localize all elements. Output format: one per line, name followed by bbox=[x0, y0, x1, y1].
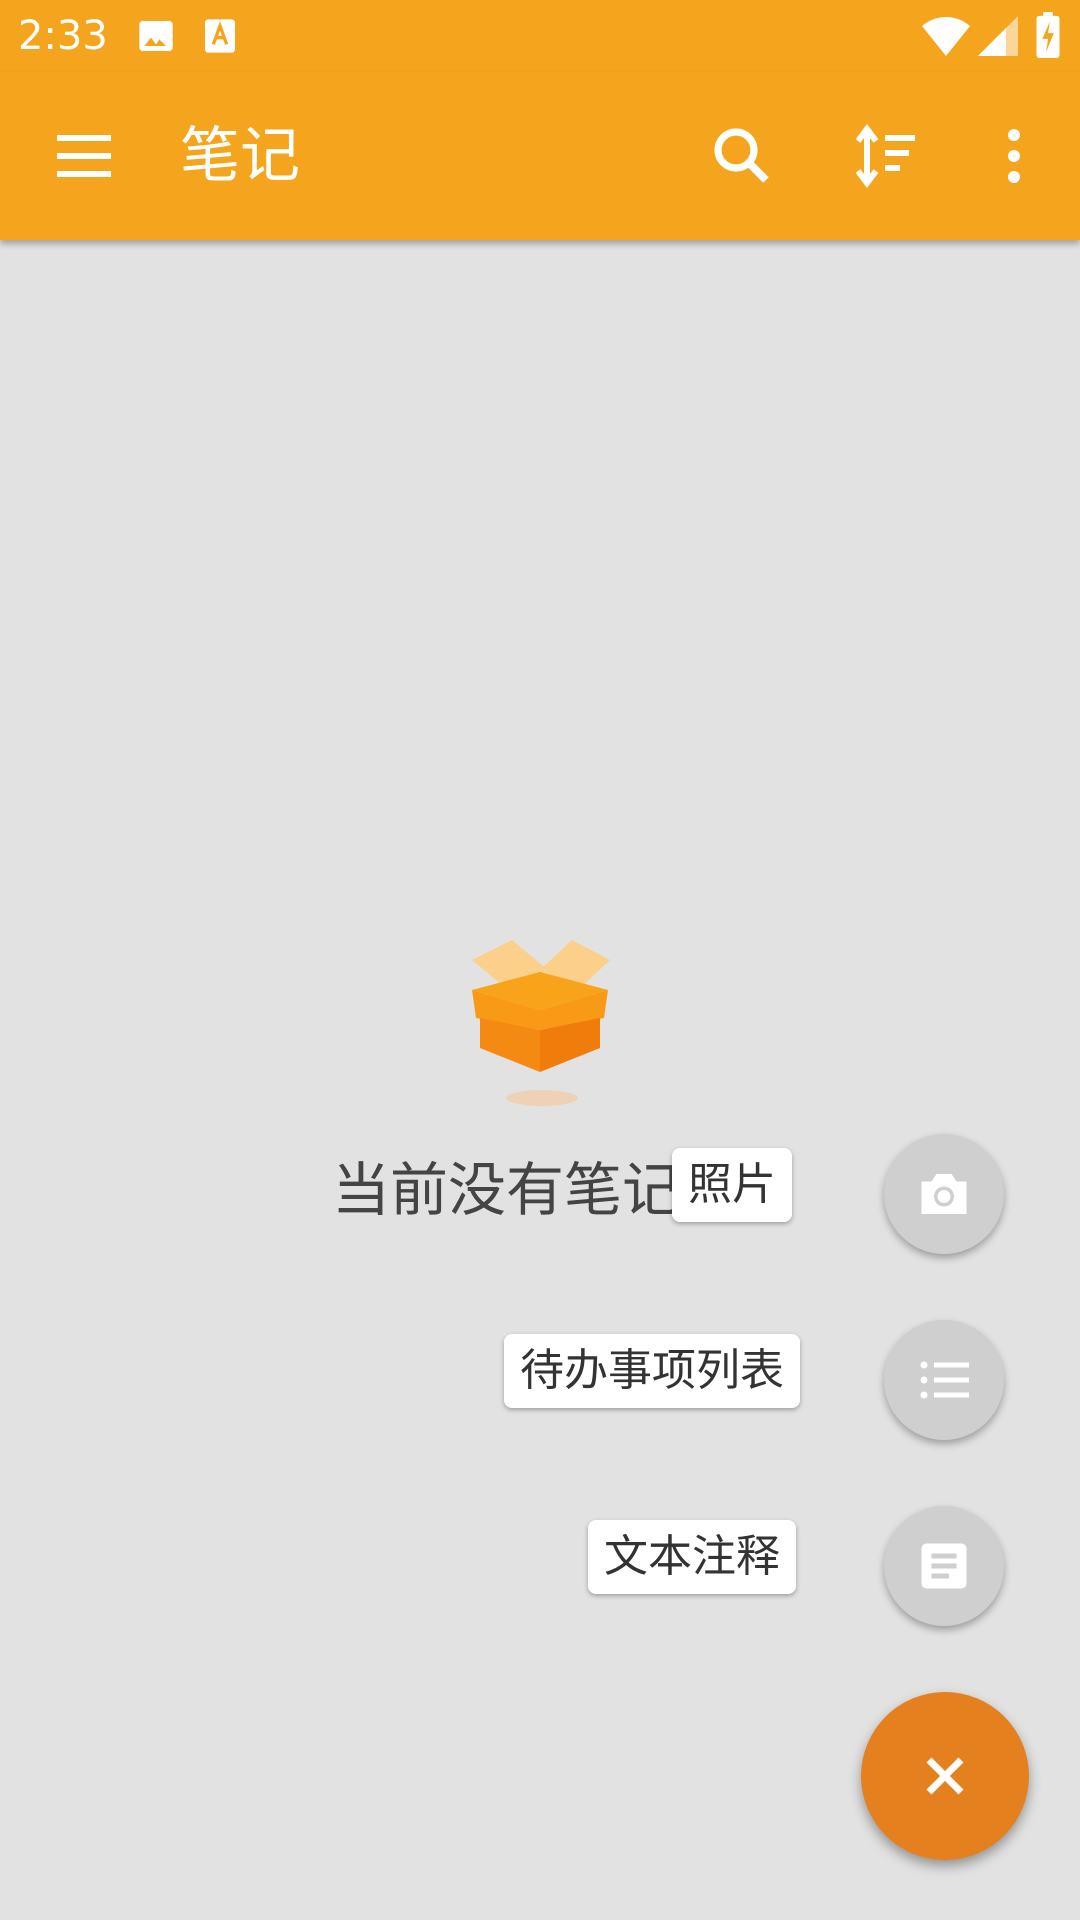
text-a-icon bbox=[200, 16, 240, 60]
image-icon bbox=[136, 16, 176, 60]
fab-label-text-note[interactable]: 文本注释 bbox=[588, 1520, 796, 1594]
text-note-fab[interactable] bbox=[884, 1506, 1004, 1626]
open-box-icon bbox=[460, 930, 620, 1110]
status-bar: 2:33 bbox=[0, 0, 1080, 72]
note-icon bbox=[921, 1543, 967, 1589]
wifi-icon bbox=[922, 14, 970, 62]
camera-icon bbox=[921, 1174, 967, 1214]
close-fab-button[interactable] bbox=[861, 1692, 1029, 1860]
menu-icon[interactable] bbox=[48, 120, 120, 192]
more-vert-icon[interactable] bbox=[978, 120, 1050, 192]
photo-fab[interactable] bbox=[884, 1134, 1004, 1254]
signal-icon bbox=[978, 16, 1018, 60]
sort-icon[interactable] bbox=[852, 120, 924, 192]
fab-label-photo[interactable]: 照片 bbox=[672, 1148, 792, 1222]
status-time: 2:33 bbox=[18, 13, 108, 59]
checklist-fab[interactable] bbox=[884, 1320, 1004, 1440]
page-title: 笔记 bbox=[180, 121, 300, 191]
battery-charging-icon bbox=[1036, 12, 1060, 62]
search-icon[interactable] bbox=[706, 120, 778, 192]
checklist-icon bbox=[920, 1361, 969, 1399]
close-icon bbox=[926, 1757, 964, 1795]
app-bar: 笔记 bbox=[0, 72, 1080, 240]
fab-label-checklist[interactable]: 待办事项列表 bbox=[504, 1334, 800, 1408]
empty-state-text: 当前没有笔记 bbox=[332, 1156, 681, 1224]
